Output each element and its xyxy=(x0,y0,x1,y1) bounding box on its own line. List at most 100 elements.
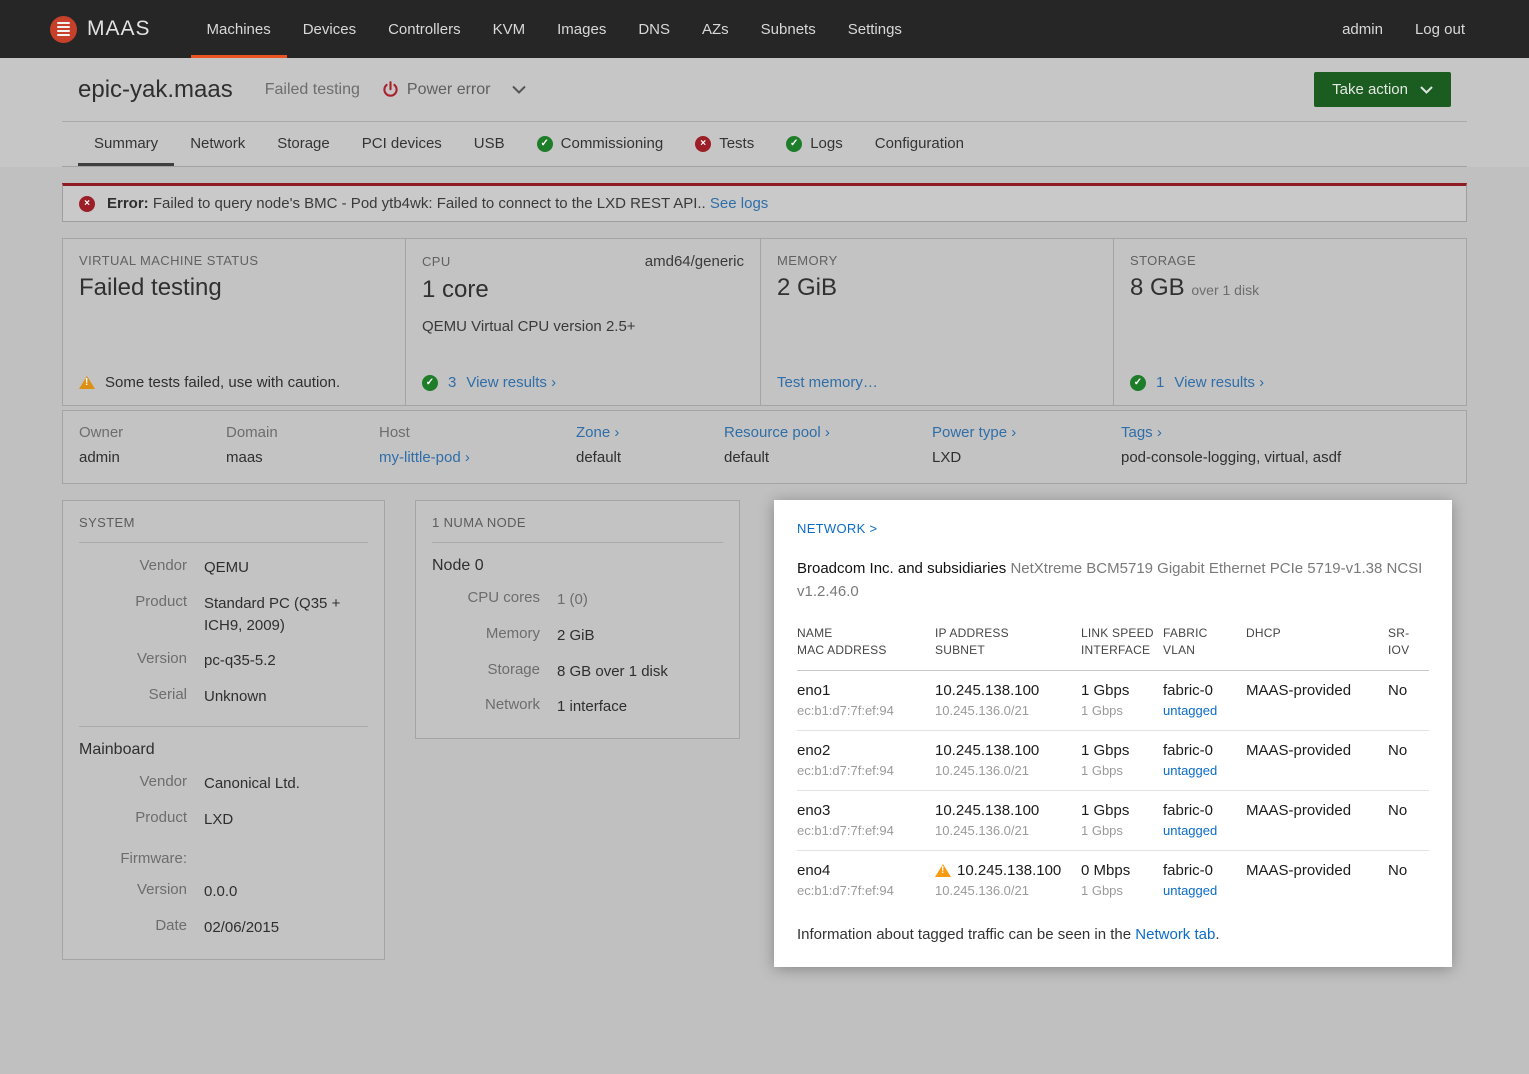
iface-subnet: 10.245.136.0/21 xyxy=(935,762,1029,778)
iface-subnet: 10.245.136.0/21 xyxy=(935,702,1029,718)
iface-sriov: No xyxy=(1388,861,1408,879)
power-status[interactable]: Power error xyxy=(382,81,527,99)
tab-label: Configuration xyxy=(874,135,964,152)
iface-fabric: fabric-0 xyxy=(1163,681,1214,699)
network-section-link[interactable]: NETWORK > xyxy=(797,521,877,536)
iface-ifspeed: 1 Gbps xyxy=(1081,882,1123,898)
see-logs-link[interactable]: See logs xyxy=(710,195,768,212)
nav-item-controllers[interactable]: Controllers xyxy=(372,0,477,58)
host-link[interactable]: my-little-pod › xyxy=(379,449,470,466)
iface-name: eno3 xyxy=(797,801,831,819)
iface-ip: 10.245.138.100 xyxy=(935,681,1040,699)
nav-item-kvm[interactable]: KVM xyxy=(477,0,542,58)
tab-tests[interactable]: × Tests xyxy=(679,122,770,166)
owner-value: admin xyxy=(79,449,120,466)
vlan-link[interactable]: untagged xyxy=(1163,883,1217,898)
primary-nav: Machines Devices Controllers KVM Images … xyxy=(190,0,918,58)
vm-status-card: VIRTUAL MACHINE STATUS Failed testing So… xyxy=(63,239,406,405)
firmware-date-value: 02/06/2015 xyxy=(204,919,280,936)
iface-ip: 10.245.138.100 xyxy=(935,801,1040,819)
tab-storage[interactable]: Storage xyxy=(261,122,346,166)
nav-item-subnets[interactable]: Subnets xyxy=(745,0,832,58)
tab-label: USB xyxy=(473,135,505,152)
cpu-view-results-link[interactable]: View results › xyxy=(466,374,556,391)
meta-tags: Tags › pod-console-logging, virtual, asd… xyxy=(1121,424,1450,466)
storage-view-results-link[interactable]: View results › xyxy=(1174,374,1264,391)
iface-sriov: No xyxy=(1388,741,1408,759)
test-memory-link[interactable]: Test memory… xyxy=(777,374,878,391)
nav-item-images[interactable]: Images xyxy=(541,0,622,58)
tab-label: Summary xyxy=(94,135,159,152)
storage-test-count: 1 xyxy=(1156,374,1165,391)
tab-label: Tests xyxy=(719,135,755,152)
power-status-label: Power error xyxy=(406,80,491,98)
vm-status-note: Some tests failed, use with caution. xyxy=(105,374,341,391)
tab-summary[interactable]: Summary xyxy=(78,122,175,166)
cpu-value: 1 core xyxy=(422,276,489,303)
iface-speed: 1 Gbps xyxy=(1081,801,1130,819)
nav-item-dns[interactable]: DNS xyxy=(622,0,686,58)
tab-pci-devices[interactable]: PCI devices xyxy=(346,122,458,166)
iface-fabric: fabric-0 xyxy=(1163,741,1214,759)
mainboard-product-label: Product xyxy=(135,808,187,826)
storage-disk-note: over 1 disk xyxy=(1191,282,1260,298)
nav-item-settings[interactable]: Settings xyxy=(832,0,918,58)
nav-item-azs[interactable]: AZs xyxy=(686,0,745,58)
mainboard-product-value: LXD xyxy=(204,810,234,828)
mainboard-title: Mainboard xyxy=(79,740,155,758)
iface-name: eno1 xyxy=(797,681,831,699)
tab-label: PCI devices xyxy=(361,135,442,152)
success-icon: ✓ xyxy=(422,374,438,391)
numa-cores-value: 1 (0) xyxy=(557,591,588,608)
tab-label: Commissioning xyxy=(560,135,664,152)
tab-configuration[interactable]: Configuration xyxy=(859,122,980,166)
network-tab-link[interactable]: Network tab xyxy=(1135,926,1215,943)
vm-status-value: Failed testing xyxy=(79,274,222,301)
numa-card: 1 NUMA NODE Node 0 CPU cores 1 (0) Memor… xyxy=(415,500,740,739)
col-speed-interface: LINK SPEED INTERFACE xyxy=(1081,625,1163,671)
tab-commissioning[interactable]: ✓ Commissioning xyxy=(521,122,680,166)
take-action-button[interactable]: Take action xyxy=(1314,72,1451,107)
numa-network-value: 1 interface xyxy=(557,698,628,716)
zone-link[interactable]: Zone › xyxy=(576,424,619,441)
nav-item-machines[interactable]: Machines xyxy=(190,0,287,58)
nav-item-logout[interactable]: Log out xyxy=(1399,0,1481,58)
cpu-model: QEMU Virtual CPU version 2.5+ xyxy=(422,318,636,335)
warning-icon xyxy=(79,376,95,389)
vlan-link[interactable]: untagged xyxy=(1163,703,1217,718)
tab-usb[interactable]: USB xyxy=(458,122,521,166)
tab-label: Network xyxy=(190,135,246,152)
network-card: NETWORK > Broadcom Inc. and subsidiaries… xyxy=(774,500,1452,967)
iface-mac: ec:b1:d7:7f:ef:94 xyxy=(797,762,894,778)
meta-power-type: Power type › LXD xyxy=(932,424,1121,466)
maas-brand[interactable]: MAAS xyxy=(50,0,151,58)
iface-subnet: 10.245.136.0/21 xyxy=(935,882,1029,898)
nav-item-admin[interactable]: admin xyxy=(1326,0,1399,58)
top-navigation: MAAS Machines Devices Controllers KVM Im… xyxy=(0,0,1529,58)
error-message: Failed to query node's BMC - Pod ytb4wk:… xyxy=(152,195,706,212)
vlan-link[interactable]: untagged xyxy=(1163,823,1217,838)
iface-mac: ec:b1:d7:7f:ef:94 xyxy=(797,822,894,838)
tags-link[interactable]: Tags › xyxy=(1121,424,1162,441)
machine-meta-strip: Owner admin Domain maas Host my-little-p… xyxy=(62,410,1467,484)
machine-status-text: Failed testing xyxy=(264,80,360,98)
iface-dhcp: MAAS-provided xyxy=(1246,801,1352,819)
power-type-value: LXD xyxy=(932,449,962,466)
tab-network[interactable]: Network xyxy=(174,122,261,166)
tab-logs[interactable]: ✓ Logs xyxy=(770,122,859,166)
iface-dhcp: MAAS-provided xyxy=(1246,741,1352,759)
power-type-link[interactable]: Power type › xyxy=(932,424,1016,441)
nav-item-devices[interactable]: Devices xyxy=(287,0,372,58)
meta-zone: Zone › default xyxy=(576,424,724,466)
success-icon: ✓ xyxy=(786,135,803,152)
iface-name: eno4 xyxy=(797,861,831,879)
iface-ip: 10.245.138.100 xyxy=(957,861,1062,879)
vlan-link[interactable]: untagged xyxy=(1163,763,1217,778)
col-sriov: SR-IOV xyxy=(1388,625,1429,671)
iface-ifspeed: 1 Gbps xyxy=(1081,822,1123,838)
resource-pool-link[interactable]: Resource pool › xyxy=(724,424,830,441)
iface-ifspeed: 1 Gbps xyxy=(1081,762,1123,778)
numa-network-label: Network xyxy=(484,696,540,714)
system-version-value: pc-q35-5.2 xyxy=(204,652,276,670)
system-serial-label: Serial xyxy=(148,686,187,703)
